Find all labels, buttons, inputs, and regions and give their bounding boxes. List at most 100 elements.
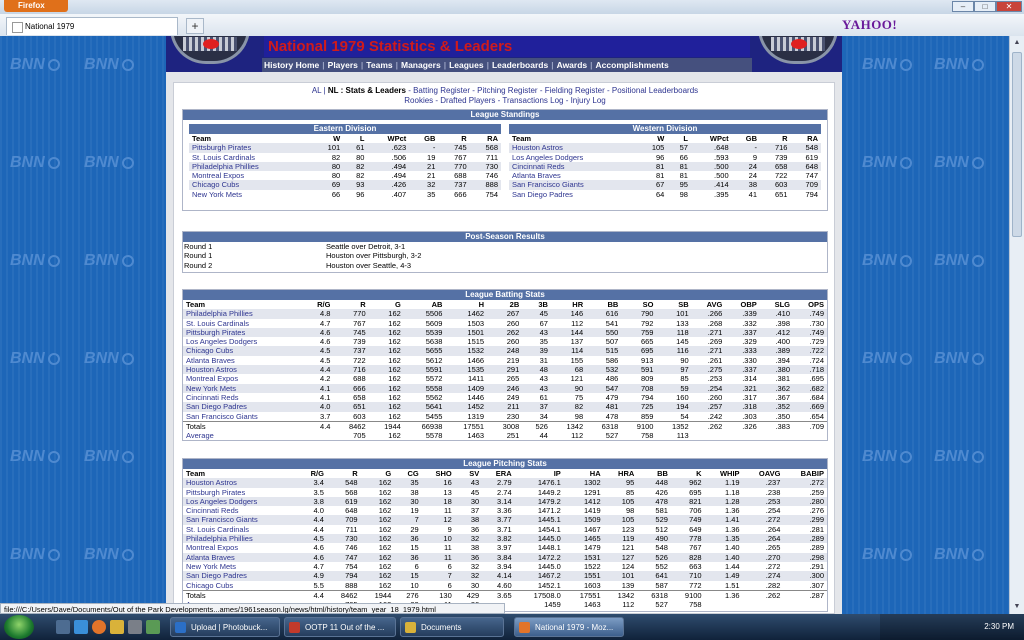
sublink-pitching-register[interactable]: Pitching Register — [477, 86, 537, 95]
team-link[interactable]: Los Angeles Dodgers — [183, 496, 299, 507]
nav-accomplishments[interactable]: Accomplishments — [596, 60, 669, 70]
team-link[interactable]: Houston Astros — [509, 143, 637, 153]
team-link[interactable]: Cincinnati Reds — [183, 506, 298, 515]
team-link[interactable]: Houston Astros — [183, 478, 299, 488]
nav-awards[interactable]: Awards — [557, 60, 588, 70]
batting-box: League Batting Stats Team R/G R G AB H 2B 3B HR B… — [182, 289, 828, 441]
nav-leagues[interactable]: Leagues — [449, 60, 484, 70]
team-link[interactable]: Cincinnati Reds — [183, 393, 303, 402]
bnn-watermark-icon: BNN — [10, 148, 84, 178]
sublink-injury-log[interactable]: Injury Log — [571, 96, 606, 105]
team-link[interactable]: Atlanta Braves — [509, 171, 637, 180]
team-link[interactable]: Los Angeles Dodgers — [183, 337, 303, 346]
team-link[interactable]: Atlanta Braves — [183, 552, 299, 562]
bnn-watermark-icon: BNN — [10, 540, 84, 570]
team-link[interactable]: San Francisco Giants — [509, 180, 637, 190]
team-link[interactable]: Pittsburgh Pirates — [183, 488, 298, 497]
stat-cell: 5.5 — [313, 580, 324, 590]
taskbar-item[interactable]: Documents — [400, 617, 504, 637]
new-tab-button[interactable]: + — [186, 18, 204, 34]
team-link[interactable]: San Francisco Giants — [183, 412, 303, 422]
media-quicklaunch-icon[interactable] — [128, 620, 142, 634]
nav-managers[interactable]: Managers — [401, 60, 441, 70]
scroll-up-icon[interactable]: ▲ — [1010, 36, 1024, 50]
team-link[interactable]: Chicago Cubs — [183, 581, 298, 591]
stat-cell: 162 — [378, 543, 392, 553]
team-link[interactable]: New York Mets — [189, 190, 312, 199]
firefox-quicklaunch-icon[interactable] — [92, 620, 106, 634]
stat-cell: 1449.2 — [537, 487, 561, 497]
team-link[interactable]: Pittsburgh Pirates — [189, 143, 312, 153]
nav-players[interactable]: Players — [328, 60, 358, 70]
taskbar-item[interactable]: National 1979 - Moz... — [514, 617, 624, 637]
team-link[interactable]: Houston Astros — [183, 365, 304, 375]
sublink-transactions-log[interactable]: Transactions Log — [502, 96, 563, 105]
minimize-button[interactable]: – — [952, 1, 974, 12]
team-link[interactable]: Montreal Expos — [189, 171, 312, 180]
yahoo-toolbar-logo[interactable]: YAHOO! — [842, 17, 897, 33]
maximize-button[interactable]: □ — [974, 1, 996, 12]
team-link[interactable]: Montreal Expos — [183, 374, 303, 383]
explorer-quicklaunch-icon[interactable] — [110, 620, 124, 634]
scroll-thumb[interactable] — [1012, 52, 1022, 237]
stat-cell: 587 — [655, 580, 668, 590]
close-window-button[interactable]: ✕ — [996, 1, 1022, 12]
team-link[interactable]: Chicago Cubs — [189, 180, 312, 190]
team-link[interactable]: San Diego Padres — [509, 190, 637, 199]
stat-cell: 722 — [353, 355, 366, 365]
ie-quicklaunch-icon[interactable] — [74, 620, 88, 634]
team-link[interactable]: San Francisco Giants — [183, 515, 299, 525]
team-link[interactable]: Philadelphia Phillies — [183, 309, 304, 319]
taskbar-item[interactable]: Upload | Photobuck... — [170, 617, 280, 637]
nav-teams[interactable]: Teams — [366, 60, 392, 70]
sublink-positional-leaderboards[interactable]: Positional Leaderboards — [612, 86, 698, 95]
team-link[interactable]: St. Louis Cardinals — [183, 525, 298, 534]
stat-cell: 116 — [656, 346, 692, 356]
stat-cell: .307 — [809, 580, 824, 590]
stat-cell: .254 — [765, 506, 781, 516]
league-al-link[interactable]: AL — [312, 86, 322, 95]
stat-cell: 4.9 — [298, 571, 327, 581]
clock[interactable]: 2:30 PM — [984, 614, 1014, 640]
stat-cell: 4.5 — [298, 534, 327, 544]
taskbar-item[interactable]: OOTP 11 Out of the ... — [284, 617, 396, 637]
team-link[interactable]: San Diego Padres — [183, 571, 299, 581]
nav-separator: | — [360, 60, 364, 70]
team-link[interactable]: Los Angeles Dodgers — [509, 153, 637, 162]
sublink-batting-register[interactable]: Batting Register — [413, 86, 470, 95]
team-link[interactable]: New York Mets — [183, 383, 304, 393]
stat-cell: 105 — [603, 515, 638, 525]
stat-cell: 9 — [447, 524, 452, 534]
browser-tab[interactable]: National 1979 — [6, 17, 178, 35]
show-desktop-icon[interactable] — [56, 620, 70, 634]
stat-cell: 4.7 — [320, 318, 331, 328]
vertical-scrollbar[interactable]: ▲ ▼ — [1009, 36, 1024, 614]
sublink-drafted-players[interactable]: Drafted Players — [440, 96, 495, 105]
firefox-menu-button[interactable]: Firefox — [4, 0, 68, 12]
stat-cell: 10 — [421, 534, 455, 544]
sublink-rookies[interactable]: Rookies — [404, 96, 433, 105]
nav-history-home[interactable]: History Home — [264, 60, 319, 70]
start-button[interactable] — [4, 615, 34, 639]
nav-leaderboards[interactable]: Leaderboards — [492, 60, 548, 70]
team-link[interactable]: St. Louis Cardinals — [183, 319, 303, 328]
team-link[interactable]: Cincinnati Reds — [509, 161, 637, 172]
team-link[interactable]: Philadelphia Phillies — [183, 534, 299, 544]
sublink-fielding-register[interactable]: Fielding Register — [545, 86, 605, 95]
stat-cell: .669 — [793, 402, 827, 412]
stat-cell: 651 — [333, 402, 369, 412]
team-link[interactable]: San Diego Padres — [183, 402, 304, 412]
team-link[interactable]: Chicago Cubs — [183, 346, 304, 356]
team-link[interactable]: Pittsburgh Pirates — [183, 327, 304, 338]
table-row: Montreal Expos 80 82 .494 21 688 746 — [189, 171, 501, 180]
bnn-watermark-text: BNN — [10, 350, 45, 367]
team-link[interactable]: Philadelphia Phillies — [189, 161, 312, 172]
team-link[interactable]: Montreal Expos — [183, 543, 298, 552]
app-quicklaunch-icon[interactable] — [146, 620, 160, 634]
team-link[interactable]: St. Louis Cardinals — [189, 153, 312, 162]
team-link[interactable]: New York Mets — [183, 562, 298, 571]
scroll-down-icon[interactable]: ▼ — [1010, 600, 1024, 614]
team-link[interactable]: Atlanta Braves — [183, 356, 303, 365]
column-header-team: Team — [512, 134, 532, 143]
stat-cell: 767 — [689, 543, 702, 553]
